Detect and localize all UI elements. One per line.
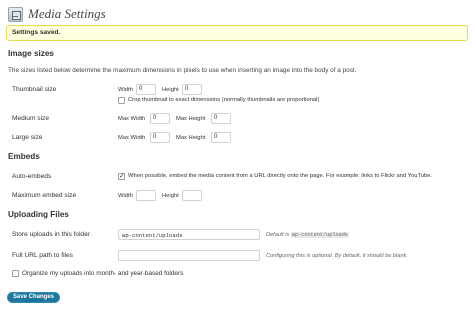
image-sizes-description: The sizes listed below determine the max… [8,67,357,74]
full-url-label: Full URL path to files [12,252,73,259]
save-changes-button[interactable]: Save Changes [7,292,61,303]
large-size-label: Large size [12,134,43,141]
default-folder-code: wp-content/uploads [290,232,349,238]
upload-folder-input[interactable]: wp-content/uploads [118,229,260,240]
page-title: Media Settings [28,6,106,21]
large-max-height-input[interactable]: 0 [211,132,231,143]
auto-embeds-checkbox[interactable] [118,172,125,180]
thumbnail-size-label: Thumbnail size [12,86,57,93]
medium-max-height-input[interactable]: 0 [211,113,231,124]
large-max-width-label: Max Width [118,135,146,141]
image-sizes-heading: Image sizes [8,49,54,58]
thumbnail-width-input[interactable]: 0 [136,84,156,95]
medium-max-height-label: Max Height [176,116,206,122]
thumbnail-width-label: Width [118,87,133,93]
full-url-input[interactable] [118,250,260,261]
thumbnail-height-label: Height [162,87,179,93]
medium-max-width-input[interactable]: 0 [150,113,170,124]
large-max-height-label: Max Height [176,135,206,141]
max-embed-size-label: Maximum embed size [12,192,77,199]
organize-uploads-checkbox[interactable] [12,270,19,277]
store-uploads-label: Store uploads in this folder [12,231,91,238]
full-url-hint: Configuring this is optional. By default… [266,253,408,259]
auto-embeds-description: When possible, embed the media content f… [128,173,433,179]
embed-height-input[interactable] [182,190,202,201]
embeds-heading: Embeds [8,152,40,161]
embed-width-label: Width [118,193,133,199]
large-max-width-input[interactable]: 0 [150,132,170,143]
auto-embeds-label: Auto-embeds [12,173,52,180]
organize-uploads-label: Organize my uploads into month- and year… [22,270,184,277]
medium-max-width-label: Max Width [118,116,146,122]
embed-height-label: Height [162,193,179,199]
media-settings-icon [8,6,23,22]
settings-saved-notice: Settings saved. [6,25,468,41]
embed-width-input[interactable] [136,190,156,201]
uploading-files-heading: Uploading Files [8,210,69,219]
thumbnail-height-input[interactable]: 0 [182,84,202,95]
page-header: Media Settings [8,4,106,24]
upload-folder-default-hint: Default is wp-content/uploads [266,232,349,238]
crop-thumbnail-checkbox[interactable] [118,97,125,104]
medium-size-label: Medium size [12,115,50,122]
crop-thumbnail-label: Crop thumbnail to exact dimensions (norm… [128,97,320,103]
